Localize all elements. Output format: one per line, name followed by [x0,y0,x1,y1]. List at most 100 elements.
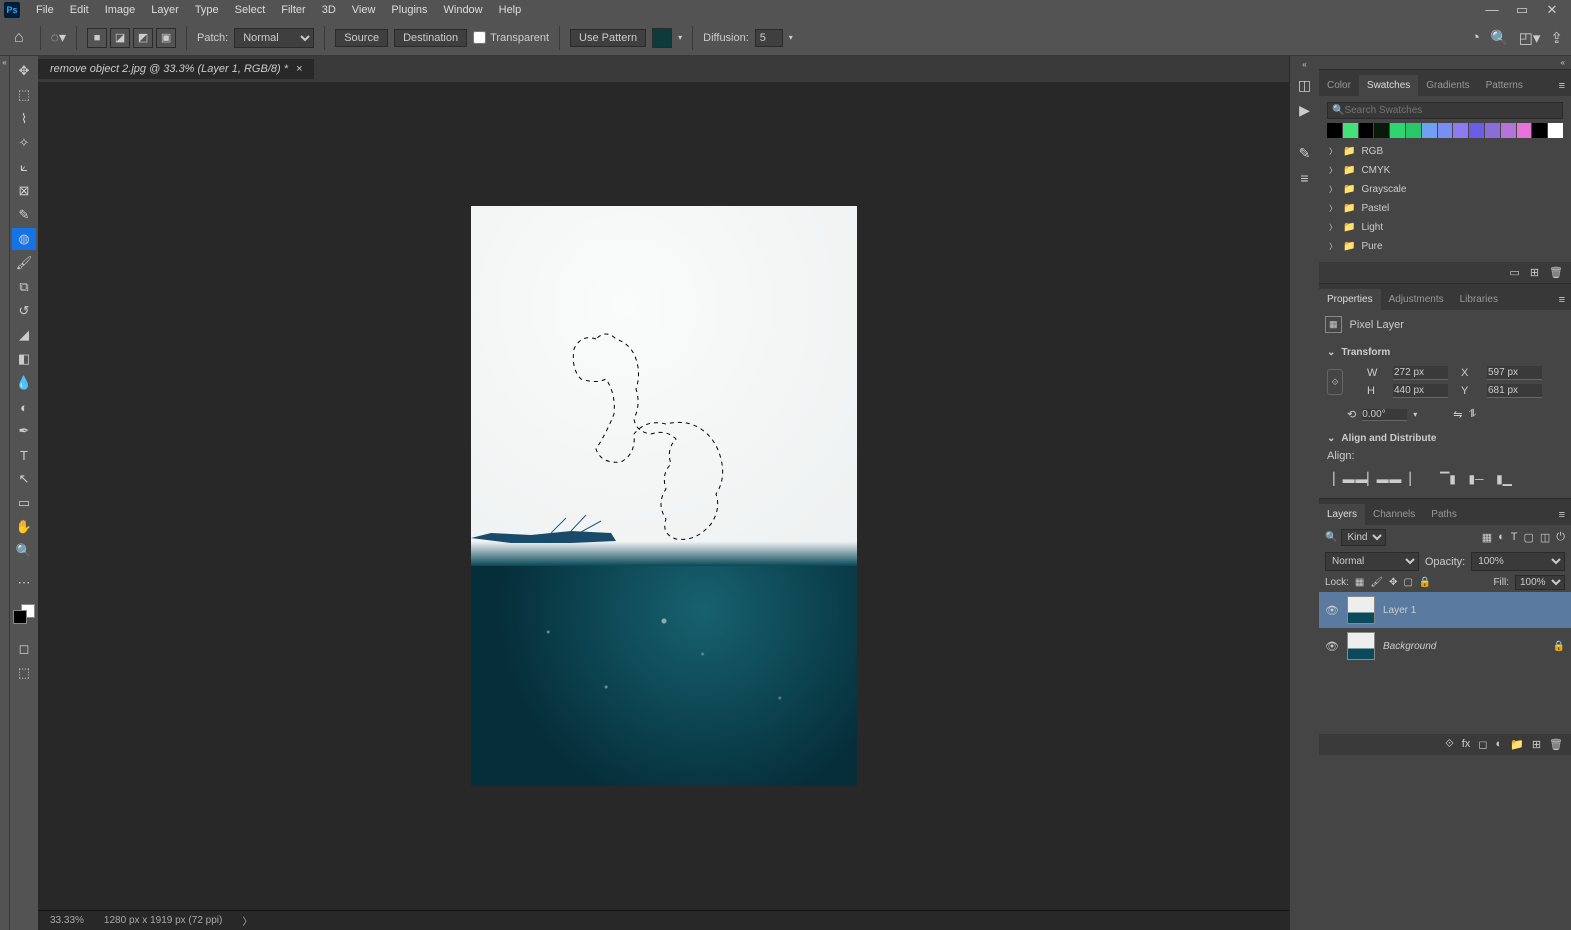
swatch-item[interactable] [1390,123,1405,138]
foreground-color-swatch[interactable] [13,610,27,624]
use-pattern-button[interactable]: Use Pattern [570,29,646,47]
swatch-folder-light[interactable]: 〉📁Light [1327,218,1563,237]
home-icon[interactable]: ⌂ [8,29,30,47]
menu-3d[interactable]: 3D [314,4,344,16]
layer-filter-select[interactable]: Kind [1341,529,1386,546]
align-hcenter-icon[interactable]: ▬▏▬ [1363,470,1381,488]
eraser-tool-icon[interactable]: ◢ [12,324,36,346]
tab-channels[interactable]: Channels [1365,504,1423,525]
close-tab-icon[interactable]: × [296,63,302,75]
crop-tool-icon[interactable]: ⟀ [12,156,36,178]
swatch-folder-rgb[interactable]: 〉📁RGB [1327,142,1563,161]
quick-mask-icon[interactable]: ◻ [12,638,36,660]
x-input[interactable] [1487,366,1542,380]
clone-stamp-tool-icon[interactable]: ⧉ [12,276,36,298]
brush-settings-panel-icon[interactable]: ≡ [1300,170,1308,186]
menu-select[interactable]: Select [227,4,274,16]
tab-color[interactable]: Color [1319,75,1359,96]
actions-panel-icon[interactable]: ▶ [1299,102,1310,119]
marquee-tool-icon[interactable]: ⬚ [12,84,36,106]
move-tool-icon[interactable]: ✥ [12,60,36,82]
link-layers-icon[interactable]: ⟐ [1445,738,1454,751]
align-vcenter-icon[interactable]: ▮─ [1467,470,1485,488]
window-restore-icon[interactable]: ▭ [1507,2,1537,18]
magic-wand-tool-icon[interactable]: ✧ [12,132,36,154]
cloud-docs-icon[interactable]: ◔ [1471,29,1480,46]
link-wh-icon[interactable]: ⟐ [1327,369,1343,395]
filter-adjustment-icon[interactable]: ◐ [1498,531,1505,544]
blur-tool-icon[interactable]: 💧 [12,372,36,394]
align-top-icon[interactable]: ▔▮ [1439,470,1457,488]
pen-tool-icon[interactable]: ✒ [12,420,36,442]
eyedropper-tool-icon[interactable]: ✎ [12,204,36,226]
document-tab[interactable]: remove object 2.jpg @ 33.3% (Layer 1, RG… [38,59,314,79]
status-chevron-icon[interactable]: 〉 [242,913,252,928]
doc-dimensions[interactable]: 1280 px x 1919 px (72 ppi) [104,915,222,926]
new-adjustment-icon[interactable]: ◐ [1495,738,1502,751]
swatch-folder-pastel[interactable]: 〉📁Pastel [1327,199,1563,218]
share-icon[interactable]: ⇪ [1550,29,1563,47]
add-selection-icon[interactable]: ◪ [110,28,130,48]
tab-libraries[interactable]: Libraries [1452,289,1506,310]
frame-tool-icon[interactable]: ⊠ [12,180,36,202]
filter-toggle-icon[interactable]: ⏻ [1556,531,1565,544]
menu-type[interactable]: Type [187,4,227,16]
lock-artboard-icon[interactable]: ▢ [1403,577,1412,588]
zoom-tool-icon[interactable]: 🔍 [12,540,36,562]
layer-item-layer1[interactable]: 👁 Layer 1 [1319,592,1571,628]
menu-image[interactable]: Image [97,4,144,16]
menu-view[interactable]: View [344,4,384,16]
height-input[interactable] [1393,384,1448,398]
tab-gradients[interactable]: Gradients [1418,75,1477,96]
tab-paths[interactable]: Paths [1423,504,1465,525]
panel-collapse-icon[interactable]: « [1319,56,1571,69]
diffusion-input[interactable] [755,29,783,47]
history-panel-icon[interactable]: ◫ [1298,77,1311,94]
layer-fx-icon[interactable]: fx [1462,738,1471,751]
search-icon[interactable]: 🔍 [1490,29,1509,47]
swatch-item[interactable] [1453,123,1468,138]
swatch-item[interactable] [1327,123,1342,138]
tab-patterns[interactable]: Patterns [1478,75,1531,96]
collapse-arrow-icon[interactable]: « [1302,60,1306,69]
align-bottom-icon[interactable]: ▮▁ [1495,470,1513,488]
swatch-item[interactable] [1406,123,1421,138]
lock-position-icon[interactable]: ✥ [1389,577,1397,588]
swatch-item[interactable] [1548,123,1563,138]
foreground-background-colors[interactable] [13,604,35,626]
align-section-toggle[interactable]: ⌄Align and Distribute [1327,433,1563,444]
menu-edit[interactable]: Edit [62,4,97,16]
transform-section-toggle[interactable]: ⌄Transform [1327,347,1563,358]
add-mask-icon[interactable]: ◻ [1478,738,1487,751]
align-left-icon[interactable]: ▏▬ [1335,470,1353,488]
screen-mode-icon[interactable]: ⬚ [12,662,36,684]
toolbar-collapse[interactable]: « [0,56,10,930]
layer-name[interactable]: Background [1383,641,1436,652]
layer-item-background[interactable]: 👁 Background 🔒 [1319,628,1571,664]
tab-swatches[interactable]: Swatches [1359,75,1418,96]
brushes-panel-icon[interactable]: ✎ [1299,145,1311,162]
canvas-viewport[interactable] [38,82,1289,910]
flip-horizontal-icon[interactable]: ⇋ [1453,408,1462,421]
shape-tool-icon[interactable]: ▭ [12,492,36,514]
panel-menu-icon[interactable]: ≡ [1553,76,1571,96]
align-right-icon[interactable]: ▬▕ [1391,470,1409,488]
new-layer-icon[interactable]: ⊞ [1532,738,1541,751]
y-input[interactable] [1487,384,1542,398]
menu-help[interactable]: Help [491,4,530,16]
swatch-item[interactable] [1422,123,1437,138]
swatch-item[interactable] [1532,123,1547,138]
patch-mode-select[interactable]: Normal [234,28,314,48]
opacity-select[interactable]: 100% [1471,552,1565,571]
visibility-toggle-icon[interactable]: 👁 [1325,640,1339,653]
width-input[interactable] [1393,366,1448,380]
layer-thumbnail[interactable] [1347,596,1375,624]
delete-layer-icon[interactable]: 🗑 [1549,738,1563,751]
source-button[interactable]: Source [335,29,388,47]
zoom-level[interactable]: 33.33% [50,915,84,926]
transparent-checkbox[interactable] [473,31,486,44]
flip-vertical-icon[interactable]: ⥮ [1468,408,1476,421]
angle-input[interactable] [1362,409,1407,421]
gradient-tool-icon[interactable]: ◧ [12,348,36,370]
fill-select[interactable]: 100% [1515,575,1565,590]
